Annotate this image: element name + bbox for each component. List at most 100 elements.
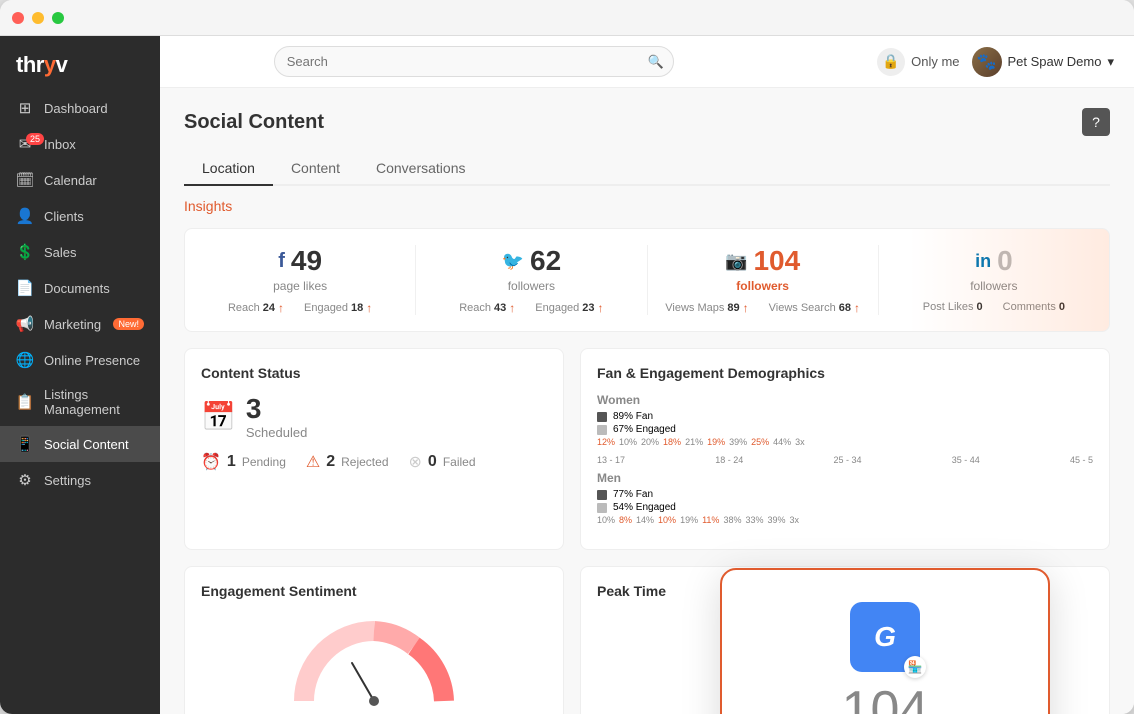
linkedin-post-likes: Post Likes 0	[923, 301, 983, 313]
tabs: Location Content Conversations	[184, 152, 1110, 186]
failed-status: ⊗ 0 Failed	[409, 452, 476, 472]
sidebar-item-clients[interactable]: 👤 Clients	[0, 198, 160, 234]
maximize-btn[interactable]	[52, 12, 64, 24]
twitter-engaged: Engaged 23 ↑	[535, 301, 603, 315]
inbox-badge: 25	[26, 133, 44, 145]
instagram-count: 📷 104	[725, 245, 800, 277]
panels-row: Content Status 📅 3 Scheduled ⏰	[184, 348, 1110, 550]
only-me-label: Only me	[911, 54, 959, 69]
sidebar-item-listings[interactable]: 📋 Listings Management	[0, 378, 160, 426]
tab-location[interactable]: Location	[184, 152, 273, 186]
search-wrapper: 🔍	[274, 46, 674, 77]
logo: thryv	[0, 36, 160, 90]
sidebar-nav: ⊞ Dashboard ✉ Inbox 25 🗓 Calendar 👤 Clie…	[0, 90, 160, 714]
tab-conversations[interactable]: Conversations	[358, 152, 484, 186]
online-presence-icon: 🌐	[16, 351, 34, 369]
avatar: 🐾	[972, 47, 1002, 77]
twitter-label: followers	[508, 279, 555, 293]
linkedin-label: followers	[970, 279, 1017, 293]
close-btn[interactable]	[12, 12, 24, 24]
chevron-down-icon: ▾	[1107, 54, 1114, 70]
search-input[interactable]	[274, 46, 674, 77]
sidebar-item-dashboard[interactable]: ⊞ Dashboard	[0, 90, 160, 126]
men-bar-values: 10%8%14%10%19%11%38%33%39%3x	[597, 515, 1093, 525]
scheduled-count: 3	[246, 393, 307, 425]
tab-content[interactable]: Content	[273, 152, 358, 186]
gmb-popup: G 🏪 104 followers Views Maps 89 ↑	[720, 568, 1050, 714]
instagram-views-maps: Views Maps 89 ↑	[665, 301, 748, 315]
instagram-views-search: Views Search 68 ↑	[769, 301, 860, 315]
age-groups-label: 13 - 1718 - 2425 - 3435 - 4445 - 5	[597, 455, 1093, 465]
content-status-title: Content Status	[201, 365, 547, 381]
sidebar-item-calendar[interactable]: 🗓 Calendar	[0, 162, 160, 198]
facebook-engaged: Engaged 18 ↑	[304, 301, 372, 315]
store-badge: 🏪	[904, 656, 926, 678]
sidebar-label-listings: Listings Management	[44, 387, 144, 417]
gauge-svg	[284, 611, 464, 711]
listings-icon: 📋	[16, 393, 34, 411]
lock-icon: 🔒	[877, 48, 905, 76]
minimize-btn[interactable]	[32, 12, 44, 24]
sidebar-label-social-content: Social Content	[44, 437, 129, 452]
clients-icon: 👤	[16, 207, 34, 225]
content-status-panel: Content Status 📅 3 Scheduled ⏰	[184, 348, 564, 550]
only-me-button[interactable]: 🔒 Only me	[877, 48, 959, 76]
men-row: Men 77% Fan 54% Engaged	[597, 471, 1093, 525]
rejected-icon: ⚠	[306, 452, 320, 472]
sidebar-item-inbox[interactable]: ✉ Inbox 25	[0, 126, 160, 162]
insights-link[interactable]: Insights	[184, 198, 1110, 214]
dashboard-icon: ⊞	[16, 99, 34, 117]
men-fan-legend	[597, 490, 607, 500]
sentiment-title: Engagement Sentiment	[201, 583, 547, 599]
sidebar-item-marketing[interactable]: 📢 Marketing New!	[0, 306, 160, 342]
titlebar	[0, 0, 1134, 36]
twitter-count: 🐦 62	[502, 245, 562, 277]
calendar-scheduled-icon: 📅	[201, 400, 236, 433]
search-icon: 🔍	[648, 54, 664, 70]
fan-legend-dark	[597, 412, 607, 422]
stat-facebook: f 49 page likes Reach 24 ↑ Engaged 18 ↑	[185, 245, 416, 315]
marketing-icon: 📢	[16, 315, 34, 333]
settings-icon: ⚙	[16, 471, 34, 489]
sidebar-item-sales[interactable]: 💲 Sales	[0, 234, 160, 270]
documents-icon: 📄	[16, 279, 34, 297]
stat-instagram: 📷 104 followers Views Maps 89 ↑ Views Se…	[648, 245, 879, 315]
sidebar-label-marketing: Marketing	[44, 317, 101, 332]
women-bar-values: 12%10%20%18%21%19%39%25%44%3x	[597, 437, 1093, 447]
page-header: Social Content ?	[184, 108, 1110, 136]
stat-linkedin: in 0 followers Post Likes 0 Comments 0	[879, 245, 1109, 315]
sentiment-panel: Engagement Sentiment	[184, 566, 564, 714]
sidebar-label-dashboard: Dashboard	[44, 101, 108, 116]
sidebar-label-sales: Sales	[44, 245, 77, 260]
facebook-reach: Reach 24 ↑	[228, 301, 284, 315]
content-area: Social Content ? Location Content Conver…	[160, 88, 1134, 714]
user-menu[interactable]: 🐾 Pet Spaw Demo ▾	[972, 47, 1114, 77]
page-title: Social Content	[184, 111, 324, 134]
stats-row: f 49 page likes Reach 24 ↑ Engaged 18 ↑ …	[184, 228, 1110, 332]
sidebar-item-social-content[interactable]: 📱 Social Content	[0, 426, 160, 462]
panels-with-popup: Content Status 📅 3 Scheduled ⏰	[184, 348, 1110, 550]
sidebar-label-inbox: Inbox	[44, 137, 76, 152]
status-items: ⏰ 1 Pending ⚠ 2 Rejected	[201, 452, 547, 472]
fan-legend-light	[597, 425, 607, 435]
linkedin-count: in 0	[975, 245, 1013, 277]
fan-engagement-title: Fan & Engagement Demographics	[597, 365, 1093, 381]
facebook-count: f 49	[278, 245, 322, 277]
social-content-icon: 📱	[16, 435, 34, 453]
sales-icon: 💲	[16, 243, 34, 261]
sidebar-item-online-presence[interactable]: 🌐 Online Presence	[0, 342, 160, 378]
topbar: 🔍 🔒 Only me 🐾 Pet Spaw Demo ▾	[160, 36, 1134, 88]
marketing-new-badge: New!	[113, 318, 144, 330]
sidebar-item-documents[interactable]: 📄 Documents	[0, 270, 160, 306]
sidebar-label-clients: Clients	[44, 209, 84, 224]
scheduled-row: 📅 3 Scheduled	[201, 393, 547, 440]
pending-status: ⏰ 1 Pending	[201, 452, 286, 472]
help-button[interactable]: ?	[1082, 108, 1110, 136]
gauge-container	[201, 611, 547, 711]
stat-twitter: 🐦 62 followers Reach 43 ↑ Engaged 23 ↑	[416, 245, 647, 315]
instagram-label: followers	[736, 279, 789, 293]
failed-icon: ⊗	[409, 452, 422, 472]
scheduled-label: Scheduled	[246, 425, 307, 440]
sidebar-item-settings[interactable]: ⚙ Settings	[0, 462, 160, 498]
fan-engagement-panel: Fan & Engagement Demographics Women 89% …	[580, 348, 1110, 550]
